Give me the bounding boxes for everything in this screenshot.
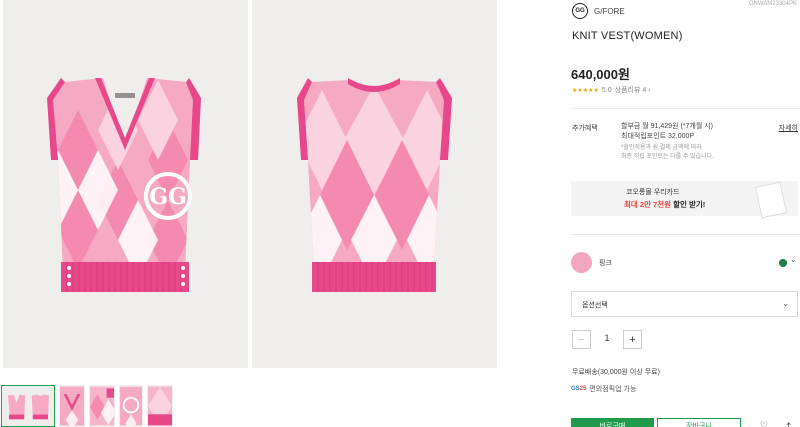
quantity-increase-button[interactable]: + <box>623 330 642 349</box>
svg-text:GG: GG <box>149 184 187 210</box>
heart-icon[interactable]: ♡ <box>760 420 768 427</box>
thumbnail-1-image <box>2 386 54 426</box>
thumbnail-2-image <box>60 386 84 426</box>
thumbnail-5[interactable] <box>147 385 173 427</box>
shipping-info: 무료배송(30,000원 이상 무료) <box>572 369 660 376</box>
brand-link[interactable]: GG G/FORE <box>572 3 625 19</box>
product-price: 640,000원 <box>571 67 630 82</box>
star-rating-icon: ★★★★★ <box>572 87 599 94</box>
gs25-logo-text-b: 25 <box>579 386 587 392</box>
thumbnail-3[interactable] <box>89 385 115 427</box>
credit-card-icon <box>754 181 788 219</box>
rating-summary[interactable]: ★★★★★ 5.0 상품리뷰 4 › <box>572 85 651 95</box>
thumbnail-2[interactable] <box>59 385 85 427</box>
color-label: 핑크 <box>599 260 612 267</box>
chevron-down-icon[interactable]: ⌄ <box>790 255 797 264</box>
chevron-down-icon: ⌄ <box>782 299 789 308</box>
buy-now-button[interactable]: 바로구매 <box>571 418 654 427</box>
thumbnail-strip <box>1 385 173 427</box>
benefit-detail-link[interactable]: 자세히 <box>779 123 798 133</box>
thumbnail-1[interactable] <box>1 385 55 427</box>
product-image-front[interactable]: GG <box>3 0 248 368</box>
color-option-dot[interactable] <box>779 259 787 267</box>
points-note-line1: *할인적용과 쉼 결제 금액에 따라 <box>621 145 702 152</box>
card-promo-highlight: 최대 2만 7천원 <box>624 200 672 209</box>
option-select-value: 옵션선택 <box>582 302 608 309</box>
product-code: GNWAM23304PK <box>748 1 797 7</box>
max-points-text: 최대적립포인트 32,000P <box>621 133 695 141</box>
card-promo-banner[interactable]: 코오롱몰 우리카드 최대 2만 7천원 할인 받기! <box>571 181 798 219</box>
product-image-back[interactable] <box>252 0 497 368</box>
pickup-text: 편의점픽업 가능 <box>589 386 637 393</box>
quantity-value[interactable]: 1 <box>597 333 617 343</box>
gs25-logo-icon: GS25 <box>571 386 586 392</box>
store-pickup-info: GS25 편의점픽업 가능 <box>571 384 636 394</box>
rating-score: 5.0 <box>601 86 612 94</box>
card-promo-rest: 할인 받기! <box>671 200 706 209</box>
vest-front-illustration: GG <box>47 78 201 292</box>
points-note-line2: 최종 적립 포인트는 다를 수 있습니다. <box>621 153 714 160</box>
card-promo-title: 코오롱몰 우리카드 <box>626 189 680 196</box>
quantity-decrease-button[interactable]: − <box>572 330 591 349</box>
thumbnail-5-image <box>148 386 172 426</box>
brand-name: G/FORE <box>594 6 625 16</box>
thumbnail-3-image <box>90 386 114 426</box>
product-title: KNIT VEST(WOMEN) <box>572 30 683 42</box>
share-icon[interactable]: ⤴ <box>782 420 791 427</box>
card-promo-offer: 최대 2만 7천원 할인 받기! <box>624 199 705 210</box>
add-to-cart-button[interactable]: 장바구니 <box>657 418 741 427</box>
option-select[interactable]: 옵션선택 ⌄ <box>571 291 798 317</box>
benefit-label: 추가혜택 <box>572 125 598 132</box>
brand-logo-icon: GG <box>572 3 588 19</box>
color-swatch-pink[interactable] <box>571 252 592 273</box>
thumbnail-4-image <box>120 386 142 426</box>
points-note: *할인적용과 쉼 결제 금액에 따라 최종 적립 포인트는 다를 수 있습니다. <box>621 144 714 161</box>
thumbnail-4[interactable] <box>119 385 143 427</box>
vest-back-illustration <box>297 78 452 292</box>
divider <box>571 234 800 235</box>
review-count-link[interactable]: 상품리뷰 4 › <box>615 85 651 95</box>
product-page: GG GG G/FORE GNWAM23304PK KNIT VEST(WOME… <box>0 0 800 427</box>
benefit-details: 할부금 월 91,429원 (*7개월 시) 최대적립포인트 32,000P *… <box>621 122 714 161</box>
gs25-logo-text-a: GS <box>571 386 580 392</box>
divider <box>571 108 800 109</box>
installment-text: 할부금 월 91,429원 (*7개월 시) <box>621 123 713 130</box>
